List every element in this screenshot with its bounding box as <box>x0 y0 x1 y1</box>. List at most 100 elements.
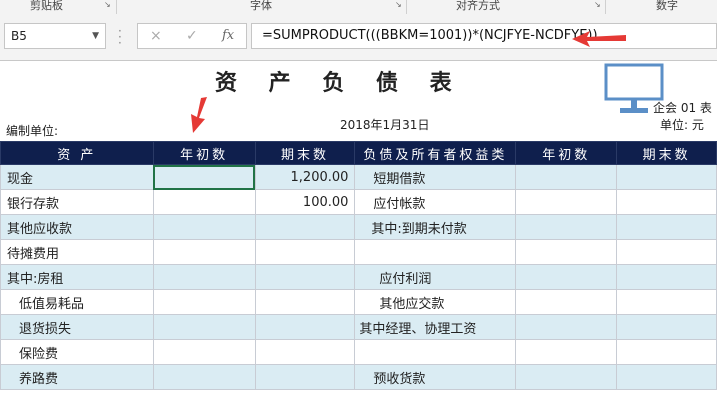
cell-liability[interactable] <box>354 339 517 365</box>
cell-lend[interactable] <box>616 164 717 190</box>
cell-begin[interactable] <box>152 189 256 215</box>
ribbon-group-number: 数字 <box>656 0 678 12</box>
cell-lend[interactable] <box>616 214 717 240</box>
ribbon-group-clipboard: 剪贴板 <box>30 0 63 12</box>
cell-liability[interactable]: 其他应交款 <box>354 289 517 315</box>
drag-handle-icon[interactable]: · · · <box>118 25 122 49</box>
cell-asset[interactable]: 现金 <box>0 164 154 190</box>
cell-lbegin[interactable] <box>515 214 618 240</box>
font-launcher-icon[interactable]: ↘ <box>395 1 403 9</box>
cell-begin[interactable] <box>152 339 256 365</box>
table-row: 养路费 预收货款 <box>0 364 717 390</box>
cell-lend[interactable] <box>616 264 717 290</box>
cell-begin[interactable] <box>152 314 256 340</box>
cell-asset[interactable]: 其他应收款 <box>0 214 154 240</box>
enter-icon[interactable]: ✓ <box>186 28 198 44</box>
ribbon-separator <box>605 0 606 14</box>
cell-liability[interactable]: 其中经理、协理工资 <box>354 314 517 340</box>
insert-function-icon[interactable]: fx <box>222 28 234 43</box>
header-row: 资 产 年初数 期末数 负债及所有者权益类 年初数 期末数 <box>0 141 717 165</box>
cell-end[interactable] <box>254 214 356 240</box>
header-cell-begin[interactable]: 年初数 <box>152 141 256 165</box>
cell-lend[interactable] <box>616 339 717 365</box>
ribbon-separator <box>116 0 117 14</box>
cell-lbegin[interactable] <box>515 189 618 215</box>
cell-end[interactable] <box>254 339 356 365</box>
cell-lend[interactable] <box>616 314 717 340</box>
ribbon-group-bar: 剪贴板 ↘ 字体 ↘ 对齐方式 ↘ 数字 <box>0 0 717 15</box>
cell-end[interactable] <box>254 364 356 390</box>
cell-asset[interactable]: 银行存款 <box>0 189 154 215</box>
cell-begin[interactable] <box>152 364 256 390</box>
report-title: 资 产 负 债 表 <box>215 70 464 96</box>
cell-lend[interactable] <box>616 364 717 390</box>
formula-input[interactable]: =SUMPRODUCT(((BBKM=1001))*(NCJFYE-NCDFYE… <box>251 23 717 49</box>
formula-buttons: × ✓ fx <box>137 23 247 49</box>
header-cell-lend[interactable]: 期末数 <box>616 141 717 165</box>
red-arrow-down-icon <box>191 97 207 133</box>
currency-unit: 单位: 元 <box>660 118 704 132</box>
cell-end[interactable]: 100.00 <box>254 189 356 215</box>
header-cell-assets[interactable]: 资 产 <box>0 141 154 165</box>
ribbon-group-alignment: 对齐方式 <box>456 0 500 12</box>
cell-asset[interactable]: 养路费 <box>0 364 154 390</box>
table-row: 银行存款 100.00 应付帐款 <box>0 189 717 215</box>
cell-begin[interactable] <box>152 239 256 265</box>
cell-begin[interactable] <box>152 289 256 315</box>
cell-end[interactable] <box>254 289 356 315</box>
table-row: 低值易耗品 其他应交款 <box>0 289 717 315</box>
header-cell-liabilities[interactable]: 负债及所有者权益类 <box>354 141 517 165</box>
cell-liability[interactable]: 其中:到期未付款 <box>354 214 517 240</box>
selected-cell[interactable] <box>152 164 256 190</box>
formula-text: =SUMPRODUCT(((BBKM=1001))*(NCJFYE-NCDFYE… <box>262 28 598 43</box>
table-row: 其中:房租 应付利润 <box>0 264 717 290</box>
cell-liability[interactable]: 应付利润 <box>354 264 517 290</box>
cell-asset[interactable]: 其中:房租 <box>0 264 154 290</box>
cell-asset[interactable]: 退货损失 <box>0 314 154 340</box>
table-row: 其他应收款 其中:到期未付款 <box>0 214 717 240</box>
name-box[interactable]: B5 ▼ <box>4 23 106 49</box>
cell-liability[interactable]: 短期借款 <box>354 164 517 190</box>
cell-liability[interactable]: 预收货款 <box>354 364 517 390</box>
cell-end[interactable] <box>254 264 356 290</box>
cell-asset[interactable]: 低值易耗品 <box>0 289 154 315</box>
cell-liability[interactable]: 应付帐款 <box>354 189 517 215</box>
table-row: 退货损失 其中经理、协理工资 <box>0 314 717 340</box>
red-arrow-icon <box>572 31 626 47</box>
cell-lbegin[interactable] <box>515 164 618 190</box>
reporting-unit-label: 编制单位: <box>6 124 59 138</box>
clipboard-launcher-icon[interactable]: ↘ <box>104 1 112 9</box>
cell-liability[interactable] <box>354 239 517 265</box>
ribbon-separator <box>406 0 407 14</box>
ribbon-group-font: 字体 <box>250 0 272 12</box>
table-row: 待摊费用 <box>0 239 717 265</box>
cell-lend[interactable] <box>616 239 717 265</box>
cell-lbegin[interactable] <box>515 364 618 390</box>
cell-lend[interactable] <box>616 289 717 315</box>
header-cell-end[interactable]: 期末数 <box>254 141 356 165</box>
header-cell-lbegin[interactable]: 年初数 <box>515 141 618 165</box>
alignment-launcher-icon[interactable]: ↘ <box>594 1 602 9</box>
cell-begin[interactable] <box>152 214 256 240</box>
balance-sheet-table: 资 产 年初数 期末数 负债及所有者权益类 年初数 期末数 现金 1,200.0… <box>0 141 717 390</box>
cancel-icon[interactable]: × <box>150 28 162 44</box>
cell-end[interactable]: 1,200.00 <box>254 164 356 190</box>
cell-begin[interactable] <box>152 264 256 290</box>
table-row: 现金 1,200.00 短期借款 <box>0 164 717 190</box>
worksheet: 资 产 负 债 表 企会 01 表 2018年1月31日 编制单位: 单位: 元… <box>0 61 717 404</box>
cell-lbegin[interactable] <box>515 264 618 290</box>
table-row: 保险费 <box>0 339 717 365</box>
cell-asset[interactable]: 保险费 <box>0 339 154 365</box>
cell-lbegin[interactable] <box>515 339 618 365</box>
cell-end[interactable] <box>254 314 356 340</box>
chevron-down-icon[interactable]: ▼ <box>92 24 99 48</box>
cell-lend[interactable] <box>616 189 717 215</box>
cell-lbegin[interactable] <box>515 289 618 315</box>
cell-end[interactable] <box>254 239 356 265</box>
name-box-value: B5 <box>11 29 27 43</box>
cell-asset[interactable]: 待摊费用 <box>0 239 154 265</box>
report-date: 2018年1月31日 <box>340 118 430 132</box>
cell-lbegin[interactable] <box>515 239 618 265</box>
cell-lbegin[interactable] <box>515 314 618 340</box>
form-code: 企会 01 表 <box>653 101 712 115</box>
